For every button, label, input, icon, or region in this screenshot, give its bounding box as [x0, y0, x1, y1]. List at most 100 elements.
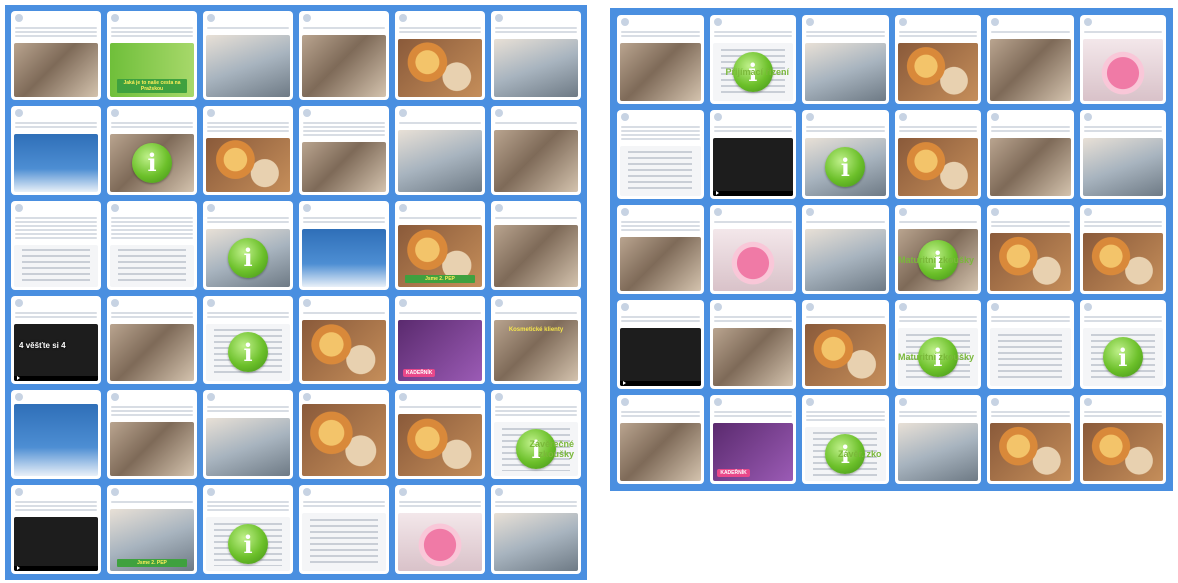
post-card[interactable] — [395, 390, 485, 480]
post-card[interactable] — [617, 110, 704, 199]
post-media[interactable] — [110, 244, 194, 287]
post-card[interactable]: Kosmetické klienty — [491, 295, 581, 385]
post-media[interactable] — [494, 513, 578, 571]
post-media[interactable] — [302, 141, 386, 192]
post-card[interactable] — [617, 300, 704, 389]
post-media[interactable] — [712, 229, 793, 291]
post-card[interactable] — [894, 110, 981, 199]
post-media[interactable] — [990, 138, 1071, 196]
post-card[interactable] — [1079, 110, 1166, 199]
post-card[interactable]: i Maturitní zkoušky — [894, 205, 981, 294]
play-icon[interactable] — [623, 381, 626, 385]
post-media[interactable] — [805, 324, 886, 386]
post-media[interactable] — [897, 43, 978, 101]
post-card[interactable] — [11, 390, 101, 480]
post-card[interactable] — [299, 105, 389, 195]
post-media[interactable]: i Závěr. zko — [805, 427, 886, 481]
post-media[interactable] — [990, 39, 1071, 101]
post-card[interactable]: 4 věšťte si 4 — [11, 295, 101, 385]
post-media[interactable]: i — [110, 133, 194, 192]
post-media[interactable] — [712, 138, 793, 196]
post-media[interactable] — [620, 237, 701, 291]
post-card[interactable] — [617, 205, 704, 294]
post-media[interactable] — [206, 137, 290, 192]
post-card[interactable]: i Závěrečné zkoušky — [491, 390, 581, 480]
post-media[interactable] — [398, 39, 482, 97]
post-card[interactable] — [987, 395, 1074, 484]
post-card[interactable]: i — [203, 295, 293, 385]
post-media[interactable] — [302, 35, 386, 97]
post-card[interactable]: Jaká je to naše cesta na Pražskou — [107, 11, 197, 100]
post-card[interactable]: i Závěr. zko — [802, 395, 889, 484]
post-card[interactable] — [894, 15, 981, 104]
post-media[interactable] — [14, 244, 98, 287]
post-card[interactable] — [203, 105, 293, 195]
post-card[interactable] — [203, 390, 293, 480]
post-card[interactable]: Jsme 2. PEP — [395, 200, 485, 290]
post-card[interactable] — [491, 200, 581, 290]
post-media[interactable] — [990, 328, 1071, 386]
post-media[interactable]: i Závěrečné zkoušky — [494, 422, 578, 477]
post-media[interactable] — [302, 404, 386, 477]
post-media[interactable] — [1082, 39, 1163, 101]
post-card[interactable]: i — [802, 110, 889, 199]
post-media[interactable] — [398, 129, 482, 192]
post-card[interactable] — [203, 11, 293, 100]
post-card[interactable] — [11, 105, 101, 195]
post-card[interactable]: Jsme 2. PEP — [107, 485, 197, 574]
post-card[interactable] — [395, 11, 485, 100]
post-card[interactable] — [11, 200, 101, 290]
post-card[interactable]: i — [203, 485, 293, 574]
post-card[interactable] — [299, 390, 389, 480]
post-media[interactable] — [712, 328, 793, 386]
post-media[interactable] — [302, 228, 386, 287]
post-card[interactable] — [491, 485, 581, 574]
post-media[interactable]: Jaká je to naše cesta na Pražskou — [110, 43, 194, 97]
post-card[interactable] — [617, 395, 704, 484]
post-card[interactable] — [987, 205, 1074, 294]
post-media[interactable] — [206, 35, 290, 97]
post-media[interactable]: i Maturitní zkoušky — [897, 328, 978, 386]
post-media[interactable] — [398, 414, 482, 477]
post-card[interactable] — [802, 205, 889, 294]
post-card[interactable] — [299, 485, 389, 574]
post-media[interactable] — [14, 133, 98, 192]
post-media[interactable] — [897, 138, 978, 196]
post-media[interactable] — [620, 328, 701, 386]
post-media[interactable] — [14, 517, 98, 571]
post-media[interactable]: i Přijímací řízení — [712, 43, 793, 101]
post-card[interactable]: i — [107, 105, 197, 195]
post-media[interactable] — [805, 43, 886, 101]
post-card[interactable] — [802, 300, 889, 389]
post-media[interactable] — [398, 513, 482, 571]
post-card[interactable] — [987, 15, 1074, 104]
post-media[interactable] — [1082, 233, 1163, 291]
post-media[interactable] — [1082, 138, 1163, 196]
post-card[interactable] — [107, 390, 197, 480]
post-media[interactable] — [897, 423, 978, 481]
post-media[interactable]: i — [206, 517, 290, 571]
post-card[interactable] — [709, 205, 796, 294]
post-card[interactable]: KADEŘNÍK — [395, 295, 485, 385]
post-media[interactable] — [206, 418, 290, 477]
post-card[interactable] — [987, 110, 1074, 199]
post-media[interactable]: KADEŘNÍK — [398, 319, 482, 382]
post-card[interactable] — [107, 295, 197, 385]
post-card[interactable] — [11, 485, 101, 574]
post-card[interactable] — [395, 485, 485, 574]
post-card[interactable] — [709, 110, 796, 199]
post-media[interactable]: KADEŘNÍK — [712, 423, 793, 481]
post-card[interactable]: i — [203, 200, 293, 290]
post-media[interactable] — [494, 129, 578, 192]
post-media[interactable]: i — [805, 138, 886, 196]
post-media[interactable] — [805, 229, 886, 291]
post-media[interactable]: i — [1082, 328, 1163, 386]
play-icon[interactable] — [17, 566, 20, 570]
post-media[interactable] — [110, 422, 194, 477]
post-media[interactable] — [990, 233, 1071, 291]
post-media[interactable]: i Maturitní zkoušky — [897, 229, 978, 291]
post-media[interactable] — [620, 146, 701, 196]
post-media[interactable]: i — [206, 323, 290, 382]
post-media[interactable]: 4 věšťte si 4 — [14, 323, 98, 382]
post-media[interactable] — [494, 39, 578, 97]
